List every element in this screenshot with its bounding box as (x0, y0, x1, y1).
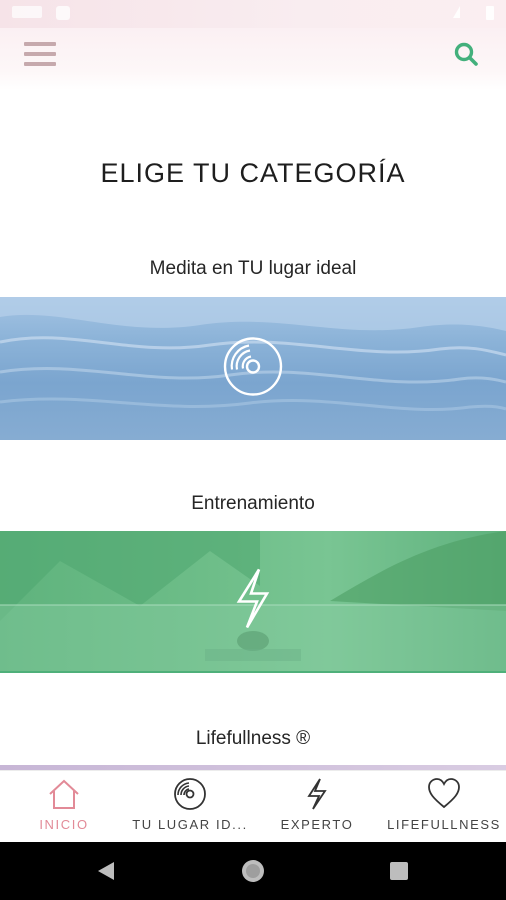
recent-apps-icon[interactable] (369, 842, 429, 900)
category-label: Entrenamiento (191, 493, 315, 514)
home-circle-icon[interactable] (223, 842, 283, 900)
vinyl-disc-icon (222, 335, 284, 402)
hamburger-menu-icon[interactable] (22, 38, 58, 72)
system-navigation-bar (0, 842, 506, 900)
nav-label-lifefullness: LIFEFULLNESS (387, 817, 501, 832)
home-icon (47, 777, 81, 816)
nav-item-inicio[interactable]: INICIO (0, 771, 128, 843)
category-label: Lifefullness ® (195, 728, 311, 749)
search-icon[interactable] (452, 40, 482, 70)
back-icon[interactable] (76, 842, 136, 900)
app-bar (0, 28, 506, 90)
nav-label-inicio: INICIO (39, 817, 89, 832)
status-bar (0, 0, 506, 28)
page-title: ELIGE TU CATEGORÍA (100, 158, 406, 188)
bottom-navigation: INICIO TU LUGAR ID... EXPERTO LIFEFULLNE… (0, 770, 506, 842)
nav-item-experto[interactable]: EXPERTO (252, 771, 382, 843)
battery-icon (486, 6, 494, 20)
nav-item-tu-lugar[interactable]: TU LUGAR ID... (128, 771, 252, 843)
category-banner-training[interactable] (0, 531, 506, 673)
heart-icon (427, 777, 461, 816)
vinyl-disc-icon (173, 777, 207, 816)
signal-icon (446, 6, 460, 18)
nav-label-tu-lugar: TU LUGAR ID... (132, 817, 248, 832)
notification-icon (56, 6, 70, 20)
lightning-bolt-icon (233, 568, 273, 635)
category-label: Medita en TU lugar ideal (149, 258, 357, 279)
category-banner-meditation[interactable] (0, 297, 506, 440)
lightning-bolt-icon (305, 777, 329, 816)
nav-label-experto: EXPERTO (280, 817, 354, 832)
nav-item-lifefullness[interactable]: LIFEFULLNESS (382, 771, 506, 843)
clock-placeholder (12, 6, 42, 18)
